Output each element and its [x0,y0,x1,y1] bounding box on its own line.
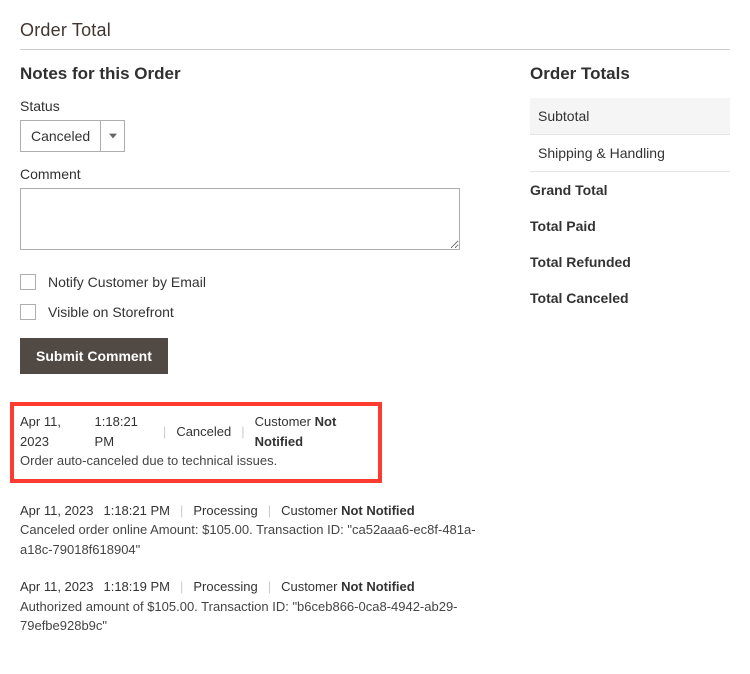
totals-row: Total Canceled [530,280,730,316]
order-totals-list: SubtotalShipping & HandlingGrand TotalTo… [530,98,730,316]
history-message: Order auto-canceled due to technical iss… [20,451,372,471]
history-time: 1:18:21 PM [103,501,170,521]
history-date: Apr 11, 2023 [20,412,85,451]
chevron-down-icon [100,121,124,151]
separator: | [241,422,244,442]
status-select[interactable]: Canceled [20,120,125,152]
totals-row: Subtotal [530,98,730,135]
section-title: Order Total [20,20,730,50]
history-entry-head: Apr 11, 2023 1:18:19 PM | Processing | Custom… [20,577,490,597]
order-totals-heading: Order Totals [530,64,730,84]
history-time: 1:18:19 PM [103,577,170,597]
separator: | [268,577,271,597]
totals-row: Shipping & Handling [530,135,730,172]
visible-label: Visible on Storefront [48,304,174,320]
comment-label: Comment [20,166,490,182]
history-customer: Customer Not Notified [281,501,415,521]
order-history: Apr 11, 2023 1:18:21 PM | Canceled | Customer… [20,402,490,636]
totals-row: Total Paid [530,208,730,244]
separator: | [180,577,183,597]
totals-row: Grand Total [530,172,730,208]
status-label: Status [20,98,490,114]
history-message: Authorized amount of $105.00. Transactio… [20,597,490,636]
history-status: Canceled [176,422,231,442]
totals-row: Total Refunded [530,244,730,280]
history-date: Apr 11, 2023 [20,501,93,521]
notes-heading: Notes for this Order [20,64,490,84]
separator: | [180,501,183,521]
submit-comment-button[interactable]: Submit Comment [20,338,168,374]
comment-input[interactable] [20,188,460,250]
history-entry: Apr 11, 2023 1:18:21 PM | Processing | Custom… [20,501,490,560]
history-status: Processing [193,501,257,521]
history-date: Apr 11, 2023 [20,577,93,597]
history-time: 1:18:21 PM [95,412,153,451]
history-entry-head: Apr 11, 2023 1:18:21 PM | Processing | Custom… [20,501,490,521]
visible-checkbox[interactable] [20,304,36,320]
separator: | [268,501,271,521]
history-customer: Customer Not Notified [281,577,415,597]
notify-label: Notify Customer by Email [48,274,206,290]
history-entry: Apr 11, 2023 1:18:21 PM | Canceled | Customer… [10,402,382,483]
status-select-value: Canceled [21,121,100,151]
history-customer: Customer Not Notified [255,412,372,451]
history-entry: Apr 11, 2023 1:18:19 PM | Processing | Custom… [20,577,490,636]
history-entry-head: Apr 11, 2023 1:18:21 PM | Canceled | Customer… [20,412,372,451]
history-status: Processing [193,577,257,597]
history-message: Canceled order online Amount: $105.00. T… [20,520,490,559]
separator: | [163,422,166,442]
notify-checkbox[interactable] [20,274,36,290]
